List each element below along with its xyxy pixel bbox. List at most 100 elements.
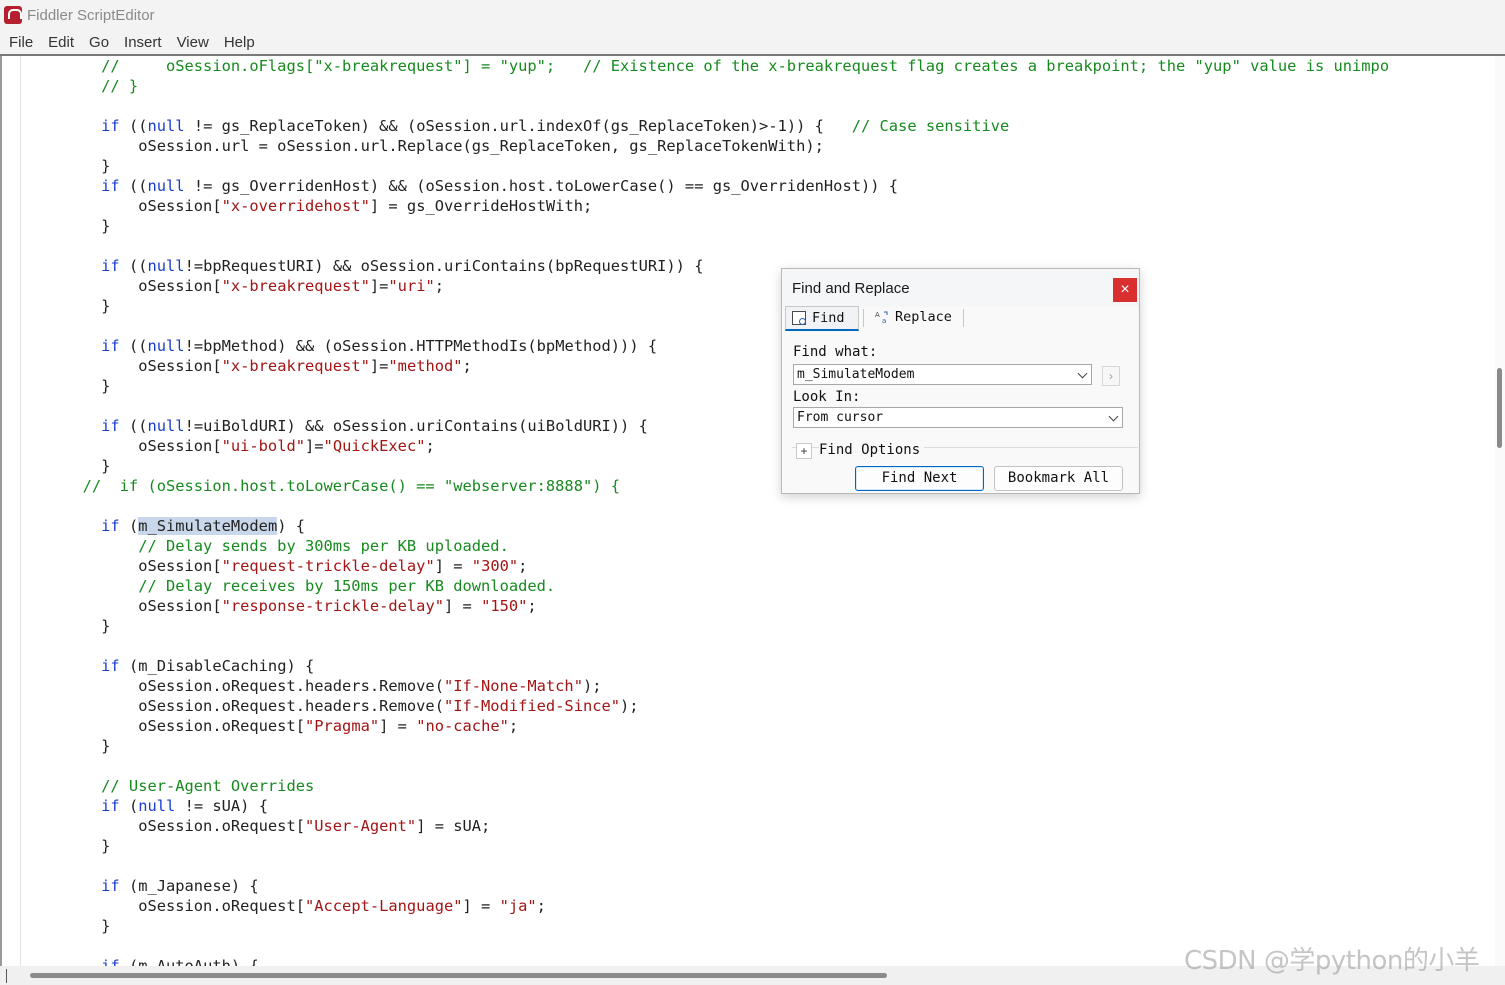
tab-replace-label: Replace [895, 309, 952, 325]
code-token: "request-trickle-delay" [221, 557, 435, 575]
code-line: if (m_SimulateModem) { [27, 516, 1389, 536]
tab-divider [863, 309, 864, 327]
code-token: "x-overridehost" [221, 197, 370, 215]
code-line: if ((null != gs_ReplaceToken) && (oSessi… [27, 116, 1389, 136]
code-token: null [147, 117, 185, 135]
code-token: if [27, 797, 120, 815]
code-token: // Delay sends by 300ms per KB uploaded. [27, 537, 509, 555]
bookmark-all-button[interactable]: Bookmark All [994, 466, 1123, 491]
editor-margin-line [20, 56, 21, 966]
vertical-scrollbar[interactable] [1495, 56, 1505, 966]
code-token: ]= [305, 437, 324, 455]
code-editor[interactable]: // oSession.oFlags["x-breakrequest"] = "… [0, 56, 1495, 966]
code-line: if ((null!=bpRequestURI) && oSession.uri… [27, 256, 1389, 276]
chevron-down-icon[interactable] [1108, 411, 1119, 422]
horizontal-scroll-thumb[interactable] [30, 973, 887, 978]
code-token: ] = [379, 717, 417, 735]
expand-options-icon[interactable]: + [796, 443, 812, 459]
find-what-combobox[interactable]: m_SimulateModem [793, 364, 1092, 385]
search-match-highlight: m_SimulateModem [138, 517, 278, 535]
code-token: (( [119, 117, 148, 135]
code-line: oSession["response-trickle-delay"] = "15… [27, 596, 1389, 616]
expression-builder-button[interactable]: › [1102, 366, 1120, 386]
code-token: "Accept-Language" [304, 897, 463, 915]
code-token: // Delay receives by 150ms per KB downlo… [27, 577, 556, 595]
code-line: if (m_Japanese) { [27, 876, 1389, 896]
vertical-scroll-thumb[interactable] [1497, 368, 1502, 448]
code-token: ]= [369, 357, 389, 375]
code-line: oSession["request-trickle-delay"] = "300… [27, 556, 1389, 576]
code-token: oSession.oRequest[ [27, 717, 305, 735]
look-in-select[interactable]: From cursor [793, 407, 1123, 428]
code-token: !=uiBoldURI) && oSession.uriContains(uiB… [184, 417, 648, 435]
code-token: "ja" [499, 897, 537, 915]
code-token: (( [119, 177, 148, 195]
look-in-value: From cursor [797, 410, 884, 425]
code-token: ] = [434, 557, 472, 575]
code-token: ; [518, 557, 528, 575]
menu-insert[interactable]: Insert [124, 34, 162, 51]
code-token: if [27, 877, 120, 895]
replace-icon: A a [875, 311, 888, 324]
code-token: !=bpMethod) && (oSession.HTTPMethodIs(bp… [184, 337, 658, 355]
code-line: } [27, 156, 1389, 176]
code-line: } [27, 456, 1389, 476]
tab-replace[interactable]: A a Replace [869, 306, 961, 328]
menu-file[interactable]: File [9, 34, 33, 51]
code-line: if (m_DisableCaching) { [27, 656, 1389, 676]
code-line: // Delay receives by 150ms per KB downlo… [27, 576, 1389, 596]
find-what-value: m_SimulateModem [797, 367, 915, 382]
code-line: if ((null != gs_OverridenHost) && (oSess… [27, 176, 1389, 196]
code-line: } [27, 616, 1389, 636]
menu-go[interactable]: Go [89, 34, 109, 51]
menu-help[interactable]: Help [224, 34, 255, 51]
menu-view[interactable]: View [177, 34, 209, 51]
tab-find[interactable]: Find [785, 306, 859, 331]
code-token: oSession[ [27, 277, 222, 295]
code-token: ); [620, 697, 639, 715]
code-text[interactable]: // oSession.oFlags["x-breakrequest"] = "… [27, 56, 1390, 966]
code-token: // oSession.oFlags["x-breakrequest"] = "… [27, 57, 1390, 75]
code-token: ( [119, 797, 139, 815]
code-token: != gs_OverridenHost) && (oSession.host.t… [184, 177, 899, 195]
chevron-down-icon[interactable] [1077, 368, 1088, 379]
code-line: if ((null!=uiBoldURI) && oSession.uriCon… [27, 416, 1389, 436]
code-line: // Delay sends by 300ms per KB uploaded. [27, 536, 1389, 556]
svg-text:A: A [875, 311, 880, 319]
code-token: ); [582, 677, 602, 695]
code-token: null [147, 257, 185, 275]
code-token: (( [119, 337, 148, 355]
code-token: } [27, 737, 111, 755]
code-token: ; [508, 717, 519, 735]
code-token: ; [462, 357, 472, 375]
code-line: oSession.oRequest.headers.Remove("If-Mod… [27, 696, 1389, 716]
code-token: "ui-bold" [221, 437, 305, 455]
close-icon[interactable]: × [1113, 278, 1137, 302]
code-token: oSession[ [27, 557, 222, 575]
dialog-title-bar[interactable]: Find and Replace × [782, 269, 1139, 307]
code-token: null [147, 177, 185, 195]
code-line: oSession.oRequest.headers.Remove("If-Non… [27, 676, 1389, 696]
code-line: oSession["x-breakrequest"]="method"; [27, 356, 1389, 376]
window-title: Fiddler ScriptEditor [27, 6, 155, 24]
find-options-label[interactable]: Find Options [819, 442, 925, 458]
code-token: "QuickExec" [323, 437, 426, 455]
code-line: oSession["ui-bold"]="QuickExec"; [27, 436, 1389, 456]
code-token: ; [527, 597, 537, 615]
code-token: if [27, 517, 120, 535]
code-token: != sUA) { [175, 797, 268, 815]
code-token: } [27, 157, 111, 175]
code-line: oSession.url = oSession.url.Replace(gs_R… [27, 136, 1389, 156]
code-token: if [27, 257, 120, 275]
code-token: "User-Agent" [304, 817, 417, 835]
menu-bar: File Edit Go Insert View Help [0, 30, 1505, 54]
code-token: oSession[ [27, 437, 222, 455]
menu-edit[interactable]: Edit [48, 34, 74, 51]
find-next-button[interactable]: Find Next [855, 466, 984, 491]
code-token: oSession.url = oSession.url.Replace(gs_R… [27, 137, 824, 155]
find-replace-dialog: Find and Replace × Find A a Replace Find… [781, 268, 1140, 494]
